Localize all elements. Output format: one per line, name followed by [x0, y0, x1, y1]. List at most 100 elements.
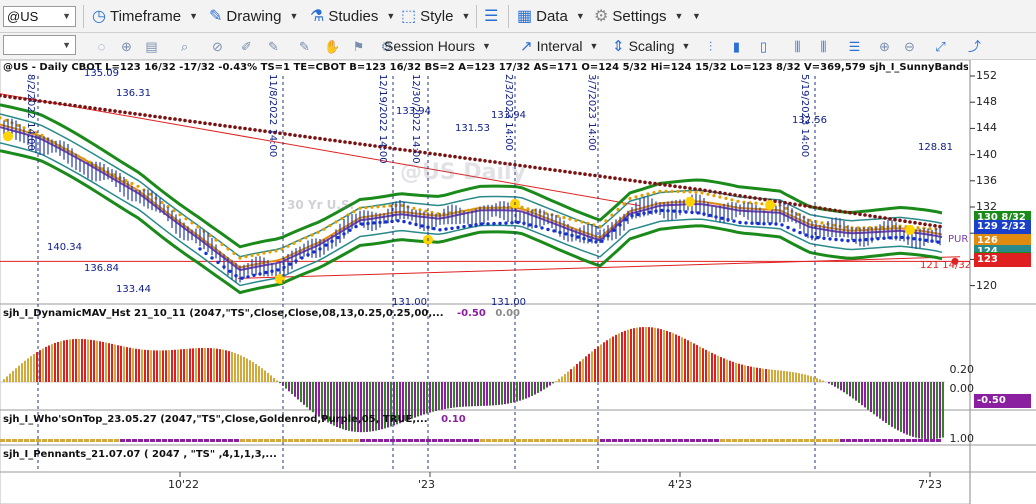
date-annotation: 3/7/2023 14:00 — [586, 74, 597, 151]
dot-ma-darkred — [128, 111, 132, 115]
dot-ma-darkred — [633, 179, 637, 183]
bars-compare-icon[interactable]: ⫼ — [815, 38, 832, 55]
timeframe-button[interactable]: ◷ Timeframe ▼ — [92, 0, 198, 33]
whos-on-top-segment — [42, 439, 47, 442]
volume-bars-icon[interactable]: ⫼ — [789, 38, 806, 55]
histogram-bar — [279, 382, 281, 384]
interval-button[interactable]: ↗ Interval ▼ — [520, 33, 598, 60]
studies-button[interactable]: ⚗ Studies ▼ — [310, 0, 395, 33]
tag-icon[interactable]: ⚑ — [350, 38, 367, 55]
histogram-bar — [894, 382, 896, 429]
dot-ma-orange — [316, 230, 320, 234]
whos-on-top-segment — [138, 439, 143, 442]
dot-ma-darkred — [233, 125, 237, 129]
whos-on-top-segment — [264, 439, 269, 442]
histogram-bar — [501, 382, 503, 405]
symbol-input[interactable]: @US ▼ — [3, 6, 76, 27]
dot-ma-darkred — [98, 107, 102, 111]
dot-ma-orange — [472, 207, 476, 211]
dot-ma-darkred — [623, 177, 627, 182]
whos-on-top-segment — [876, 439, 881, 442]
dot-ma-blue — [450, 226, 454, 230]
dot-ma-darkred — [123, 110, 127, 115]
histogram-bar — [600, 344, 602, 382]
bar-icon[interactable]: ◌ — [93, 38, 110, 55]
whos-on-top-segment — [276, 439, 281, 442]
whos-on-top-segment — [564, 439, 569, 442]
edit-icon[interactable]: ✎ — [296, 38, 313, 55]
candlestick-icon[interactable]: ▮ — [728, 38, 745, 55]
fit-icon[interactable]: ⤢ — [932, 38, 949, 55]
dot-ma-darkred — [68, 103, 72, 107]
whos-on-top-segment — [522, 439, 527, 442]
chevron-down-icon[interactable]: ▼ — [62, 7, 71, 26]
histogram-bar — [63, 340, 65, 382]
histogram-bar — [417, 382, 419, 417]
dot-ma-orange — [64, 147, 68, 151]
zoom-icon[interactable]: ⌕ — [176, 38, 193, 55]
drawing-button[interactable]: ✎ Drawing ▼ — [209, 0, 298, 33]
bars-icon[interactable]: ▤ — [143, 38, 160, 55]
session-hours-button[interactable]: Session Hours ▼ — [384, 33, 491, 60]
candle-hollow-icon[interactable]: ▯ — [755, 38, 772, 55]
histogram-bar — [690, 341, 692, 382]
dot-ma-darkred — [308, 135, 312, 140]
histogram-bar — [264, 370, 266, 382]
histogram-bar — [693, 343, 695, 382]
chart-window[interactable]: @US - Daily CBOT L=123 16/32 -17/32 -0.4… — [0, 60, 1036, 504]
whos-on-top-segment — [84, 439, 89, 442]
chevron-down-icon[interactable]: ▼ — [62, 36, 71, 55]
dot-ma-blue — [600, 239, 604, 243]
whos-on-top-segment — [132, 439, 137, 442]
dot-ma-darkred — [618, 177, 622, 181]
histogram-bar — [288, 382, 290, 392]
histogram-bar — [261, 368, 263, 382]
dot-ma-darkred — [403, 148, 407, 152]
histogram-bar — [921, 382, 923, 439]
data-button[interactable]: ▦ Data ▼ — [517, 0, 585, 33]
histogram-bar — [924, 382, 926, 440]
whos-on-top-segment — [426, 439, 431, 442]
histogram-bar — [762, 368, 764, 382]
histogram-bar — [861, 382, 863, 406]
histogram-bar — [234, 353, 236, 382]
ohlc-bar-icon[interactable]: ⫶ — [702, 38, 719, 55]
dot-ma-darkred — [213, 122, 217, 127]
whos-on-top-segment — [480, 439, 485, 442]
zoom-out-icon[interactable]: ⊖ — [901, 38, 918, 55]
histogram-bar — [57, 341, 59, 382]
histogram-bar — [756, 367, 758, 382]
whos-on-top-segment — [534, 439, 539, 442]
histogram-bar — [189, 348, 191, 382]
dot-ma-orange — [568, 217, 572, 221]
hand-icon[interactable]: ✋ — [324, 38, 341, 55]
dot-ma-orange — [340, 216, 344, 221]
histogram-bar — [837, 382, 839, 389]
layout-button[interactable]: ☰ — [484, 0, 498, 33]
histogram-bar — [462, 382, 464, 407]
chart-canvas[interactable] — [0, 60, 1036, 504]
crosshair-icon[interactable]: ⊕ — [118, 38, 135, 55]
dot-ma-darkred — [8, 95, 12, 99]
whos-on-top-segment — [204, 439, 209, 442]
dot-ma-darkred — [328, 138, 332, 142]
dot-ma-orange — [544, 211, 548, 215]
data-label: Data — [536, 8, 568, 25]
style-button[interactable]: ⬚ Style ▼ — [401, 0, 470, 33]
scaling-button[interactable]: ⇕ Scaling ▼ — [612, 33, 690, 60]
histogram-bar — [138, 349, 140, 382]
whos-on-top-segment — [648, 439, 653, 442]
link-icon[interactable]: ⊘ — [209, 38, 226, 55]
settings-button[interactable]: ⚙ Settings ▼ — [594, 0, 683, 33]
chevron-down-icon: ▼ — [482, 41, 491, 51]
layout-icon[interactable]: ☰ — [846, 38, 863, 55]
pen-icon[interactable]: ✎ — [265, 38, 282, 55]
drawing-tool-icon[interactable]: ✐ — [238, 38, 255, 55]
histogram-bar — [717, 355, 719, 382]
dot-ma-orange — [784, 206, 788, 210]
more-button[interactable]: ▼ — [688, 0, 701, 33]
dot-ma-orange — [484, 206, 488, 210]
chart-icon[interactable]: ⤴ — [966, 38, 983, 55]
zoom-in-icon[interactable]: ⊕ — [876, 38, 893, 55]
workspace-input[interactable]: ▼ — [3, 35, 76, 55]
